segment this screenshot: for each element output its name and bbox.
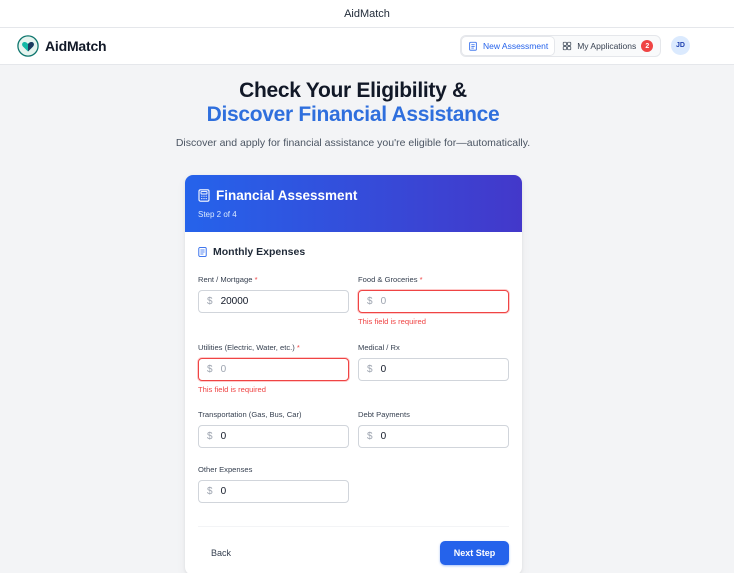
transportation-value: 0 (220, 431, 227, 442)
food-error-message: This field is required (358, 317, 426, 326)
required-mark: * (296, 343, 300, 352)
window-titlebar: AidMatch (0, 0, 734, 28)
currency-symbol: $ (367, 431, 373, 442)
receipt-icon (198, 247, 207, 257)
rent-input[interactable]: $ 20000 (198, 290, 349, 313)
utilities-input[interactable]: $ 0 (198, 358, 349, 381)
nav-group: New Assessment My Applications 2 (460, 35, 662, 57)
food-field: Food & Groceries * $ 0 This field is req… (358, 275, 509, 326)
user-avatar[interactable]: JD (671, 36, 690, 55)
other-label: Other Expenses (198, 465, 253, 474)
debt-input[interactable]: $ 0 (358, 425, 509, 448)
utilities-error-message: This field is required (198, 385, 266, 394)
card-title-row: Financial Assessment (198, 188, 357, 203)
brand-name: AidMatch (45, 38, 107, 54)
brand[interactable]: AidMatch (17, 35, 107, 57)
medical-input[interactable]: $ 0 (358, 358, 509, 381)
rent-field: Rent / Mortgage * $ 20000 (198, 275, 349, 313)
window-title: AidMatch (344, 7, 390, 20)
my-applications-label: My Applications (577, 41, 637, 51)
rent-value: 20000 (220, 296, 249, 307)
grid-icon (563, 41, 572, 51)
footer-divider (198, 526, 509, 527)
debt-label: Debt Payments (358, 410, 410, 419)
debt-value: 0 (380, 431, 387, 442)
assessment-card: Financial Assessment Step 2 of 4 Monthly… (185, 175, 522, 573)
rent-label: Rent / Mortgage * (198, 275, 349, 286)
currency-symbol: $ (207, 486, 213, 497)
debt-field: Debt Payments $ 0 (358, 410, 509, 448)
utilities-field: Utilities (Electric, Water, etc.) * $ 0 … (198, 343, 349, 394)
applications-count-badge: 2 (641, 40, 654, 52)
section-header: Monthly Expenses (198, 246, 305, 258)
medical-field: Medical / Rx $ 0 (358, 343, 509, 381)
next-step-button[interactable]: Next Step (440, 541, 509, 565)
hero-title: Check Your Eligibility & (239, 79, 467, 102)
transportation-field: Transportation (Gas, Bus, Car) $ 0 (198, 410, 349, 448)
clipboard-icon (469, 41, 477, 51)
calculator-icon (198, 189, 210, 202)
food-label-text: Food & Groceries (358, 275, 418, 284)
section-title: Monthly Expenses (213, 246, 306, 258)
hero-title-accent: Discover Financial Assistance (206, 103, 500, 126)
new-assessment-button[interactable]: New Assessment (462, 37, 555, 55)
currency-symbol: $ (207, 364, 213, 375)
required-mark: * (419, 275, 423, 284)
required-mark: * (254, 275, 258, 284)
my-applications-button[interactable]: My Applications 2 (556, 37, 659, 55)
hero-subtitle: Discover and apply for financial assista… (175, 137, 531, 149)
other-input[interactable]: $ 0 (198, 480, 349, 503)
transportation-input[interactable]: $ 0 (198, 425, 349, 448)
utilities-label-text: Utilities (Electric, Water, etc.) (198, 343, 295, 352)
utilities-placeholder: 0 (220, 364, 227, 375)
rent-label-text: Rent / Mortgage (198, 275, 253, 284)
new-assessment-label: New Assessment (483, 41, 549, 51)
food-input[interactable]: $ 0 (358, 290, 509, 313)
food-label: Food & Groceries * (358, 275, 509, 286)
currency-symbol: $ (207, 296, 213, 307)
step-indicator: Step 2 of 4 (198, 210, 237, 219)
other-field: Other Expenses $ 0 (198, 465, 349, 503)
medical-label: Medical / Rx (358, 343, 400, 352)
back-button[interactable]: Back (198, 541, 244, 565)
food-placeholder: 0 (380, 296, 387, 307)
top-navbar: AidMatch New Assessment My Applications … (0, 28, 734, 65)
currency-symbol: $ (367, 364, 373, 375)
other-value: 0 (220, 486, 227, 497)
currency-symbol: $ (367, 296, 373, 307)
medical-value: 0 (380, 364, 387, 375)
currency-symbol: $ (207, 431, 213, 442)
transportation-label: Transportation (Gas, Bus, Car) (198, 410, 302, 419)
utilities-label: Utilities (Electric, Water, etc.) * (198, 343, 349, 354)
heart-shield-logo-icon (17, 35, 39, 57)
card-title: Financial Assessment (216, 188, 358, 203)
card-header: Financial Assessment Step 2 of 4 (185, 175, 522, 232)
